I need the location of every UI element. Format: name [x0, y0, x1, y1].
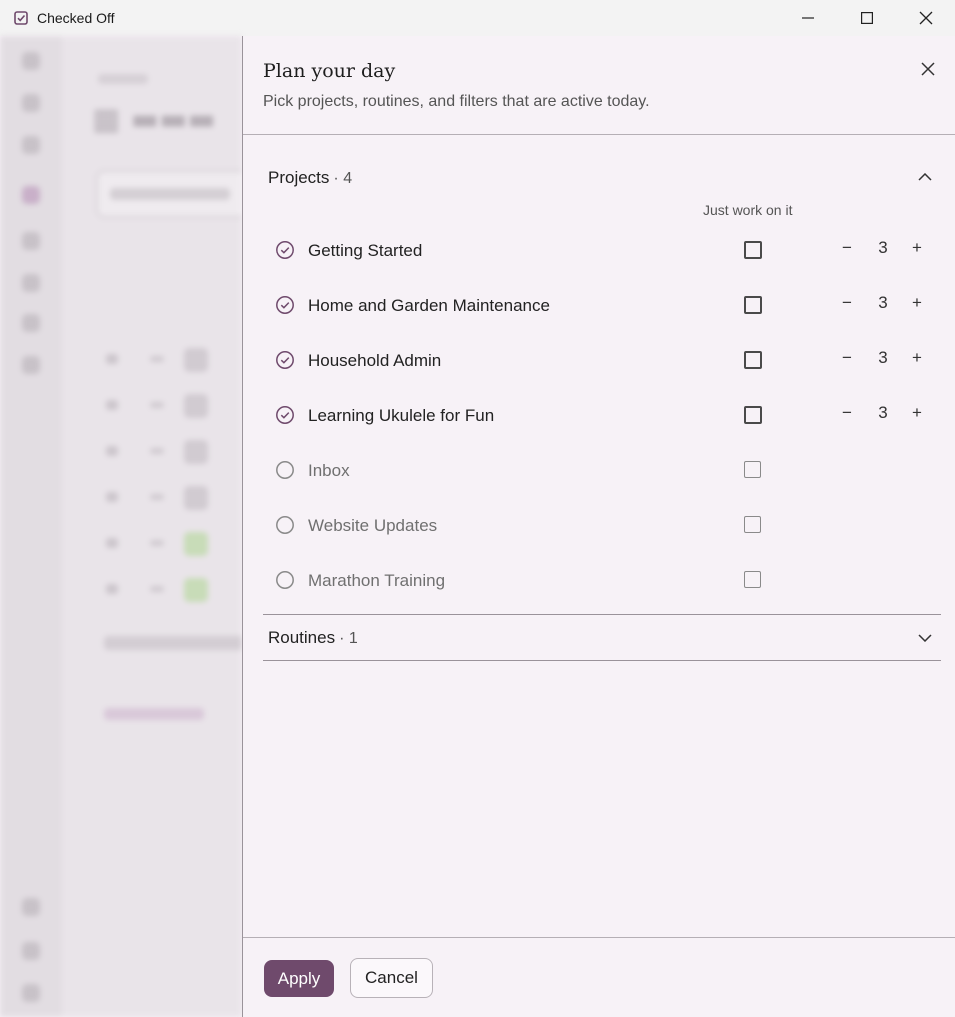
task-count-value: 3 [878, 293, 888, 312]
title-bar: Checked Off [0, 0, 955, 36]
close-icon [921, 62, 935, 76]
project-row[interactable]: Getting Started − 3 + [263, 230, 943, 270]
decrement-button[interactable]: − [839, 348, 855, 368]
header-divider [243, 134, 955, 135]
just-work-on-it-checkbox[interactable] [744, 296, 762, 314]
rail-icon [22, 186, 40, 204]
circle-check-icon[interactable] [275, 350, 295, 370]
task-count-value: 3 [878, 238, 888, 257]
task-count-stepper: − 3 + [839, 238, 929, 262]
routines-section-header[interactable]: Routines · 1 [268, 628, 358, 648]
just-work-on-it-checkbox[interactable] [744, 351, 762, 369]
window-title: Checked Off [37, 10, 115, 26]
background-plan-my-day [104, 708, 204, 720]
decrement-button[interactable]: − [839, 238, 855, 258]
rail-icon [22, 52, 40, 70]
circle-icon[interactable] [275, 515, 295, 535]
rail-icon [22, 136, 40, 154]
task-count-stepper: − 3 + [839, 348, 929, 372]
dialog-subtitle: Pick projects, routines, and filters tha… [263, 93, 650, 110]
task-count-stepper: − 3 + [839, 293, 929, 317]
project-name: Website Updates [308, 516, 438, 535]
task-count-value: 3 [878, 403, 888, 422]
rail-icon [22, 898, 40, 916]
background-nav-rail [0, 36, 62, 1017]
section-divider [263, 660, 941, 661]
projects-section-label: Projects [268, 168, 330, 187]
checkbox-icon [14, 11, 28, 25]
footer-divider [243, 937, 955, 938]
background-task-row [106, 578, 242, 602]
project-row[interactable]: Household Admin − 3 + [263, 340, 943, 380]
circle-check-icon[interactable] [275, 405, 295, 425]
background-breadcrumb [98, 74, 148, 84]
chevron-down-icon [918, 634, 932, 642]
projects-collapse-toggle[interactable] [917, 169, 933, 185]
project-row[interactable]: Inbox [263, 450, 943, 490]
background-task-row [106, 394, 242, 418]
just-work-on-it-checkbox[interactable] [744, 461, 761, 478]
just-work-on-it-column-label: Just work on it [703, 202, 793, 218]
background-task-row [106, 486, 242, 510]
routines-section-count: · 1 [339, 630, 358, 647]
just-work-on-it-checkbox[interactable] [744, 241, 762, 259]
cancel-button[interactable]: Cancel [350, 958, 433, 998]
rail-icon [22, 232, 40, 250]
project-name: Inbox [308, 461, 350, 480]
decrement-button[interactable]: − [839, 403, 855, 423]
task-count-value: 3 [878, 348, 888, 367]
rail-icon [22, 942, 40, 960]
window-close-button[interactable] [896, 0, 955, 36]
apply-button[interactable]: Apply [264, 960, 334, 997]
rail-icon [22, 314, 40, 332]
dialog-close-button[interactable] [919, 60, 937, 78]
project-name: Learning Ukulele for Fun [308, 406, 495, 425]
maximize-icon [860, 12, 873, 24]
section-divider [263, 614, 941, 615]
background-task-row [106, 440, 242, 464]
projects-section-header[interactable]: Projects · 4 [268, 168, 352, 188]
increment-button[interactable]: + [909, 403, 925, 423]
project-row[interactable]: Learning Ukulele for Fun − 3 + [263, 395, 943, 435]
project-row[interactable]: Website Updates [263, 505, 943, 545]
background-see-more [104, 636, 242, 650]
chevron-up-icon [918, 173, 932, 181]
background-app: ▦ ▬▬▬ [0, 36, 242, 1017]
project-row[interactable]: Home and Garden Maintenance − 3 + [263, 285, 943, 325]
background-task-row [106, 348, 242, 372]
rail-icon [22, 274, 40, 292]
background-input-placeholder [110, 188, 230, 200]
rail-icon [22, 356, 40, 374]
just-work-on-it-checkbox[interactable] [744, 406, 762, 424]
close-icon [919, 11, 932, 25]
dialog-title: Plan your day [263, 60, 396, 82]
project-row[interactable]: Marathon Training [263, 560, 943, 600]
minimize-button[interactable] [778, 0, 837, 36]
increment-button[interactable]: + [909, 293, 925, 313]
circle-icon[interactable] [275, 570, 295, 590]
plan-your-day-dialog: Plan your day Pick projects, routines, a… [242, 36, 955, 1017]
project-name: Marathon Training [308, 571, 446, 590]
circle-icon[interactable] [275, 460, 295, 480]
project-name: Home and Garden Maintenance [308, 296, 550, 315]
circle-check-icon[interactable] [275, 240, 295, 260]
maximize-button[interactable] [837, 0, 896, 36]
rail-icon [22, 984, 40, 1002]
minimize-icon [801, 17, 814, 19]
increment-button[interactable]: + [909, 348, 925, 368]
increment-button[interactable]: + [909, 238, 925, 258]
projects-section-count: · 4 [333, 170, 353, 187]
decrement-button[interactable]: − [839, 293, 855, 313]
just-work-on-it-checkbox[interactable] [744, 516, 761, 533]
project-name: Household Admin [308, 351, 442, 370]
task-count-stepper: − 3 + [839, 403, 929, 427]
project-name: Getting Started [308, 241, 423, 260]
background-page-title: ▦ ▬▬▬ [92, 102, 216, 137]
background-task-row [106, 532, 242, 556]
routines-section-label: Routines [268, 628, 336, 647]
circle-check-icon[interactable] [275, 295, 295, 315]
just-work-on-it-checkbox[interactable] [744, 571, 761, 588]
routines-expand-toggle[interactable] [917, 630, 933, 646]
rail-icon [22, 94, 40, 112]
